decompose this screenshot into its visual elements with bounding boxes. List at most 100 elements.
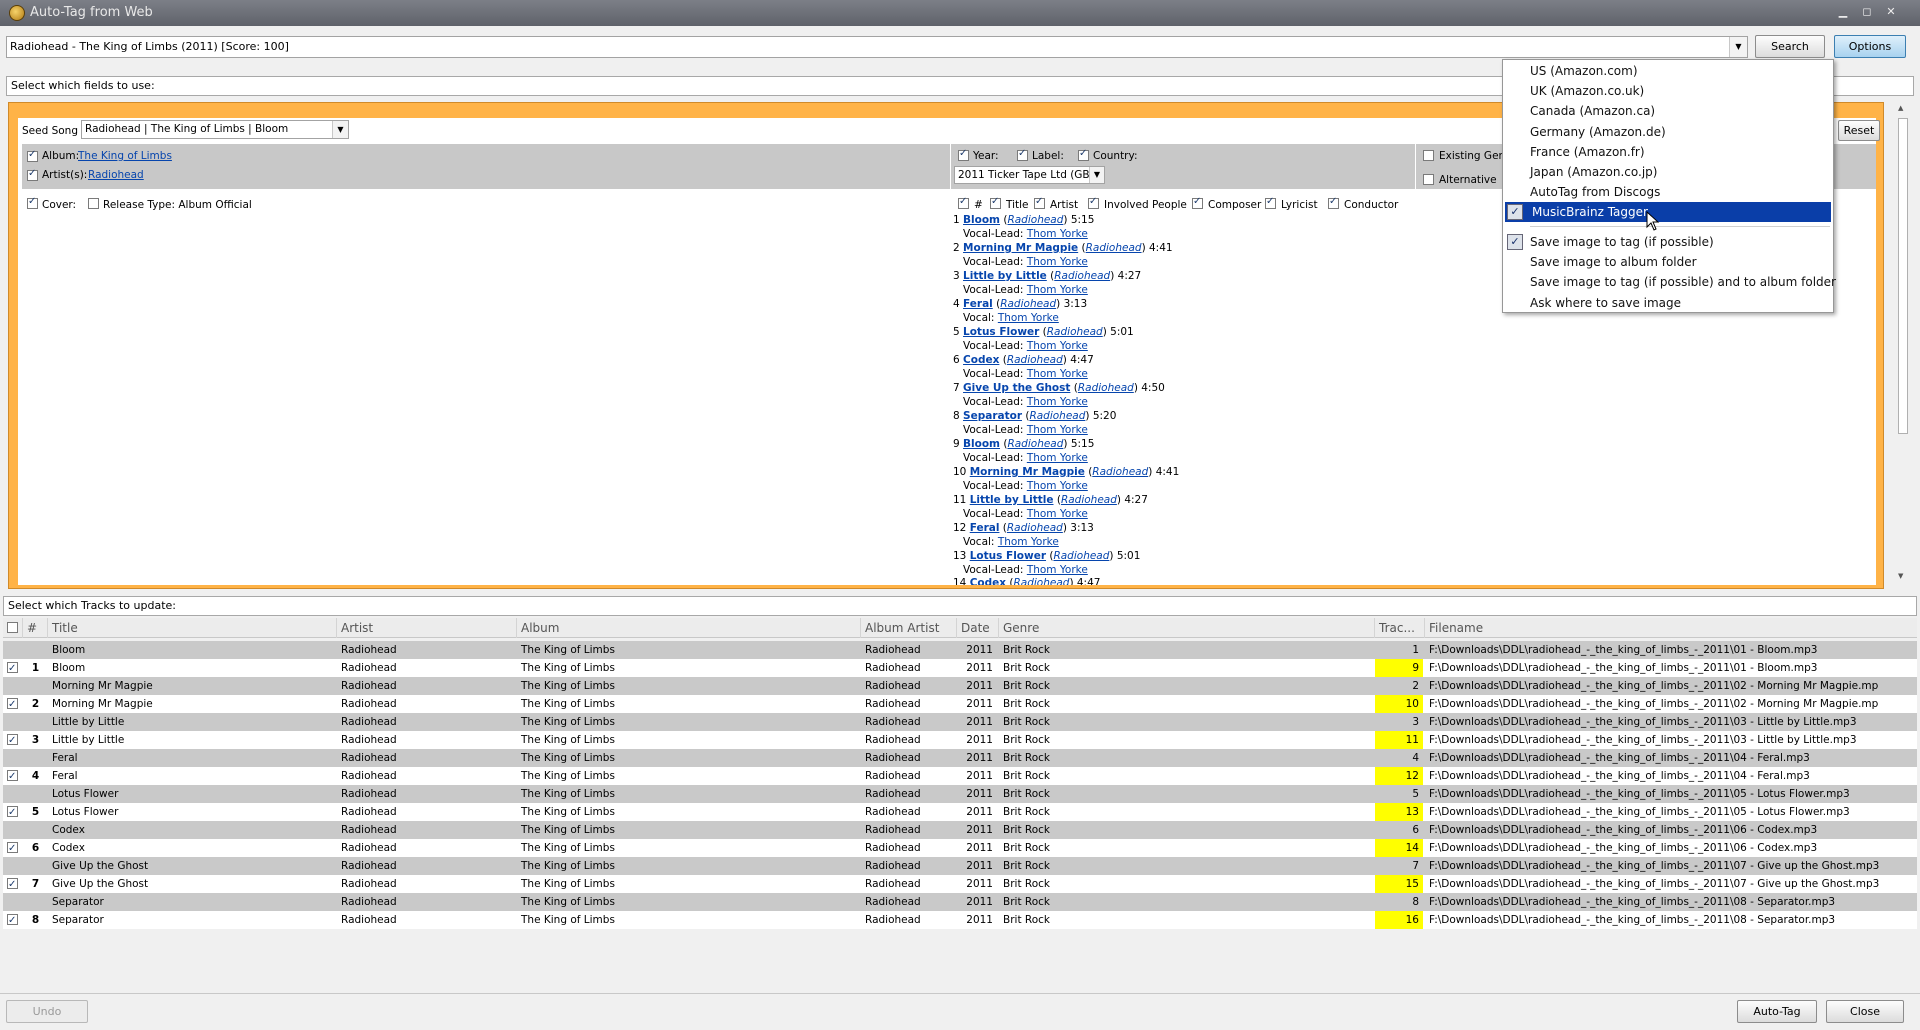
row-checkbox[interactable] <box>7 840 18 857</box>
credit-person-link[interactable]: Thom Yorke <box>1027 228 1088 240</box>
row-checkbox[interactable] <box>7 876 18 893</box>
row-checkbox[interactable] <box>7 732 18 749</box>
menu-item-image-option[interactable]: Save image to tag (if possible) and to a… <box>1503 272 1836 292</box>
row-checkbox[interactable] <box>7 768 18 785</box>
credit-person-link[interactable]: Thom Yorke <box>1027 340 1088 352</box>
column-option-checkbox[interactable] <box>990 196 1001 209</box>
album-link[interactable]: The King of Limbs <box>78 150 172 162</box>
credit-person-link[interactable]: Thom Yorke <box>1027 368 1088 380</box>
close-button[interactable]: Close <box>1826 1000 1904 1023</box>
table-row[interactable]: Lotus Flower Radiohead The King of Limbs Ra… <box>3 785 1917 803</box>
undo-button[interactable]: Undo <box>6 1000 88 1023</box>
credit-person-link[interactable]: Thom Yorke <box>998 312 1059 324</box>
track-artist-link[interactable]: Radiohead <box>1047 326 1103 338</box>
track-title-link[interactable]: Bloom <box>963 438 1000 450</box>
table-row[interactable]: Separator Radiohead The King of Limbs Radio… <box>3 893 1917 911</box>
track-title-link[interactable]: Bloom <box>963 214 1000 226</box>
credit-person-link[interactable]: Thom Yorke <box>1027 452 1088 464</box>
table-row[interactable]: 3 Little by Little Radiohead The King of Li… <box>3 731 1917 749</box>
track-title-link[interactable]: Codex <box>963 354 999 366</box>
col-album[interactable]: Album <box>517 618 861 638</box>
options-button[interactable]: Options <box>1834 35 1906 58</box>
minimize-icon[interactable]: ▁ <box>1833 4 1853 20</box>
track-title-link[interactable]: Feral <box>970 522 1000 534</box>
credit-person-link[interactable]: Thom Yorke <box>1027 256 1088 268</box>
menu-item-source[interactable]: AutoTag from Discogs <box>1503 182 1833 202</box>
table-row[interactable]: Little by Little Radiohead The King of Lim… <box>3 713 1917 731</box>
table-row[interactable]: Morning Mr Magpie Radiohead The King of Li… <box>3 677 1917 695</box>
col-date[interactable]: Date <box>957 618 999 638</box>
track-title-link[interactable]: Morning Mr Magpie <box>970 466 1085 478</box>
scroll-up-icon[interactable]: ▲ <box>1898 104 1903 112</box>
album-checkbox[interactable] <box>27 149 38 162</box>
credit-person-link[interactable]: Thom Yorke <box>1027 508 1088 520</box>
menu-item-source[interactable]: Germany (Amazon.de) <box>1503 122 1833 142</box>
maximize-icon[interactable]: ◻ <box>1857 4 1877 20</box>
track-artist-link[interactable]: Radiohead <box>1078 382 1134 394</box>
seed-song-combo[interactable]: Radiohead | The King of Limbs | Bloom ▼ <box>81 120 349 139</box>
select-all-checkbox[interactable] <box>7 622 18 633</box>
col-filename[interactable]: Filename <box>1425 618 1917 638</box>
release-type-checkbox[interactable] <box>88 198 99 209</box>
close-window-icon[interactable]: ✕ <box>1881 4 1901 20</box>
column-option-checkbox[interactable] <box>1328 196 1339 209</box>
track-title-link[interactable]: Lotus Flower <box>970 550 1046 562</box>
menu-item-source[interactable]: ✓ MusicBrainz Tagger <box>1505 202 1831 223</box>
reset-button[interactable]: Reset <box>1838 120 1880 141</box>
credit-person-link[interactable]: Thom Yorke <box>998 536 1059 548</box>
track-artist-link[interactable]: Radiohead <box>1029 410 1085 422</box>
table-row[interactable]: 4 Feral Radiohead The King of Limbs Radiohea… <box>3 767 1917 785</box>
track-artist-link[interactable]: Radiohead <box>1007 354 1063 366</box>
col-num[interactable]: # <box>23 618 48 638</box>
credit-person-link[interactable]: Thom Yorke <box>1027 480 1088 492</box>
track-title-link[interactable]: Feral <box>963 298 993 310</box>
column-option-checkbox[interactable] <box>958 196 969 209</box>
menu-item-image-option[interactable]: Save image to album folder <box>1503 252 1833 272</box>
table-row[interactable]: Codex Radiohead The King of Limbs Radiohead… <box>3 821 1917 839</box>
table-row[interactable]: Feral Radiohead The King of Limbs Radiohead… <box>3 749 1917 767</box>
column-option-checkbox[interactable] <box>1192 196 1203 209</box>
scrollbar-thumb[interactable] <box>1898 118 1908 434</box>
row-checkbox[interactable] <box>7 660 18 677</box>
table-row[interactable]: 2 Morning Mr Magpie Radiohead The King of L… <box>3 695 1917 713</box>
col-album-artist[interactable]: Album Artist <box>861 618 957 638</box>
track-artist-link[interactable]: Radiohead <box>1007 214 1063 226</box>
menu-item-source[interactable]: US (Amazon.com) <box>1503 61 1833 81</box>
track-artist-link[interactable]: Radiohead <box>1086 242 1142 254</box>
column-option-checkbox[interactable] <box>1088 196 1099 209</box>
table-row[interactable]: 1 Bloom Radiohead The King of Limbs Radiohea… <box>3 659 1917 677</box>
track-artist-link[interactable]: Radiohead <box>1061 494 1117 506</box>
track-title-link[interactable]: Separator <box>963 410 1022 422</box>
table-row[interactable]: Bloom Radiohead The King of Limbs Radiohead… <box>3 641 1917 659</box>
label-combo[interactable]: 2011 Ticker Tape Ltd (GB) ▼ <box>954 166 1105 184</box>
track-artist-link[interactable]: Radiohead <box>1000 298 1056 310</box>
track-artist-link[interactable]: Radiohead <box>1013 577 1069 585</box>
track-title-link[interactable]: Codex <box>970 577 1006 585</box>
column-option-checkbox[interactable] <box>1034 196 1045 209</box>
chevron-down-icon[interactable]: ▼ <box>332 121 348 138</box>
artist-link[interactable]: Radiohead <box>88 169 144 181</box>
alternative-checkbox[interactable] <box>1423 174 1434 185</box>
cover-checkbox[interactable] <box>27 196 38 209</box>
track-artist-link[interactable]: Radiohead <box>1054 270 1110 282</box>
label-checkbox[interactable] <box>1017 148 1028 161</box>
track-title-link[interactable]: Little by Little <box>970 494 1054 506</box>
chevron-down-icon[interactable]: ▼ <box>1089 167 1104 183</box>
menu-item-source[interactable]: France (Amazon.fr) <box>1503 142 1833 162</box>
menu-item-source[interactable]: Canada (Amazon.ca) <box>1503 101 1833 121</box>
table-row[interactable]: 6 Codex Radiohead The King of Limbs Radiohea… <box>3 839 1917 857</box>
search-combo[interactable]: Radiohead - The King of Limbs (2011) [Sc… <box>6 36 1748 58</box>
column-option-checkbox[interactable] <box>1265 196 1276 209</box>
track-title-link[interactable]: Lotus Flower <box>963 326 1039 338</box>
credit-person-link[interactable]: Thom Yorke <box>1027 396 1088 408</box>
table-row[interactable]: 7 Give Up the Ghost Radiohead The King of L… <box>3 875 1917 893</box>
track-artist-link[interactable]: Radiohead <box>1007 438 1063 450</box>
table-row[interactable]: 5 Lotus Flower Radiohead The King of Limbs R… <box>3 803 1917 821</box>
existing-genre-checkbox[interactable] <box>1423 150 1434 161</box>
select-all-cell[interactable] <box>3 618 23 638</box>
artist-checkbox[interactable] <box>27 168 38 181</box>
chevron-down-icon[interactable]: ▼ <box>1729 37 1747 57</box>
credit-person-link[interactable]: Thom Yorke <box>1027 424 1088 436</box>
row-checkbox[interactable] <box>7 912 18 929</box>
track-title-link[interactable]: Little by Little <box>963 270 1047 282</box>
